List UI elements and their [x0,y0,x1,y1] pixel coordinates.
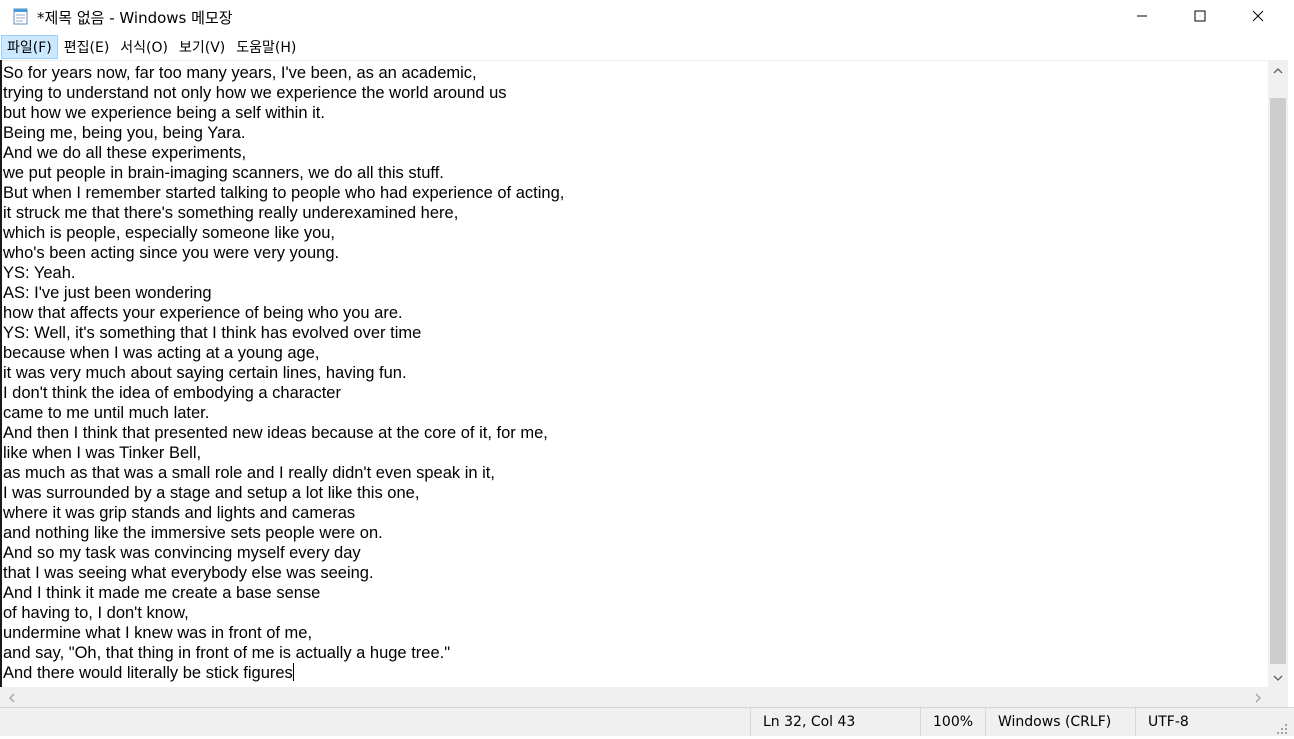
editor-line: of having to, I don't know, [3,604,189,622]
editor-line: But when I remember started talking to p… [3,184,565,202]
window-title: *제목 없음 - Windows 메모장 [37,9,233,27]
scroll-down-button[interactable] [1268,667,1288,687]
status-line-ending: Windows (CRLF) [985,708,1135,736]
scrollbar-corner [1268,687,1288,707]
text-editor[interactable]: So for years now, far too many years, I'… [0,60,1268,688]
scroll-right-button[interactable] [1248,687,1268,707]
editor-line: And then I think that presented new idea… [3,424,548,442]
vertical-scroll-thumb[interactable] [1270,98,1286,664]
vertical-scrollbar[interactable] [1268,60,1288,687]
editor-line: I was surrounded by a stage and setup a … [3,484,420,502]
menu-edit[interactable]: 편집(E) [59,35,115,59]
editor-line: I don't think the idea of embodying a ch… [3,384,341,402]
editor-line: And so my task was convincing myself eve… [3,544,361,562]
menu-file[interactable]: 파일(F) [1,34,58,59]
editor-line: So for years now, far too many years, I'… [3,64,477,82]
editor-line: that I was seeing what everybody else wa… [3,564,374,582]
editor-line: like when I was Tinker Bell, [3,444,202,462]
chevron-up-icon [1273,61,1283,80]
editor-line: where it was grip stands and lights and … [3,504,356,522]
close-button[interactable] [1229,0,1287,32]
title-bar[interactable]: *제목 없음 - Windows 메모장 [0,0,1294,32]
chevron-left-icon [7,688,17,707]
horizontal-scrollbar[interactable] [0,687,1268,707]
status-position: Ln 32, Col 43 [750,708,920,736]
menu-view[interactable]: 보기(V) [174,35,230,59]
status-zoom: 100% [920,708,985,736]
editor-border [0,60,2,687]
editor-line: And I think it made me create a base sen… [3,584,321,602]
editor-line: which is people, especially someone like… [3,224,336,242]
editor-line: because when I was acting at a young age… [3,344,320,362]
editor-line: as much as that was a small role and I r… [3,464,495,482]
maximize-button[interactable] [1171,0,1229,32]
editor-content[interactable]: So for years now, far too many years, I'… [3,63,564,683]
editor-line: YS: Well, it's something that I think ha… [3,324,422,342]
editor-line: it was very much about saying certain li… [3,364,407,382]
editor-line: we put people in brain-imaging scanners,… [3,164,444,182]
minimize-icon [1136,7,1148,26]
editor-line: undermine what I knew was in front of me… [3,624,313,642]
minimize-button[interactable] [1113,0,1171,32]
editor-line: it struck me that there's something real… [3,204,459,222]
scroll-left-button[interactable] [2,687,22,707]
editor-line: trying to understand not only how we exp… [3,84,507,102]
editor-line: came to me until much later. [3,404,210,422]
editor-line: how that affects your experience of bein… [3,304,403,322]
text-caret [292,663,294,681]
resize-grip-icon[interactable] [1276,720,1288,734]
chevron-right-icon [1253,688,1263,707]
editor-line: and nothing like the immersive sets peop… [3,524,383,542]
menu-format[interactable]: 서식(O) [115,35,173,59]
editor-line: but how we experience being a self withi… [3,104,325,122]
close-icon [1252,7,1264,26]
status-bar: Ln 32, Col 43 100% Windows (CRLF) UTF-8 [0,707,1294,736]
scroll-up-button[interactable] [1268,60,1288,80]
editor-line: And we do all these experiments, [3,144,247,162]
editor-line: YS: Yeah. [3,264,76,282]
notepad-window: *제목 없음 - Windows 메모장 파일(F) 편집(E) 서식(O) 보… [0,0,1294,736]
menu-help[interactable]: 도움말(H) [231,35,301,59]
window-right-edge [1288,33,1294,707]
maximize-icon [1194,7,1206,26]
editor-line: Being me, being you, being Yara. [3,124,246,142]
menu-bar: 파일(F) 편집(E) 서식(O) 보기(V) 도움말(H) [0,33,1294,60]
notepad-icon [12,7,30,25]
chevron-down-icon [1273,668,1283,687]
editor-line: And there would literally be stick figur… [3,664,293,682]
editor-line: who's been acting since you were very yo… [3,244,340,262]
editor-line: AS: I've just been wondering [3,284,212,302]
status-encoding: UTF-8 [1135,708,1265,736]
editor-line: and say, "Oh, that thing in front of me … [3,644,451,662]
